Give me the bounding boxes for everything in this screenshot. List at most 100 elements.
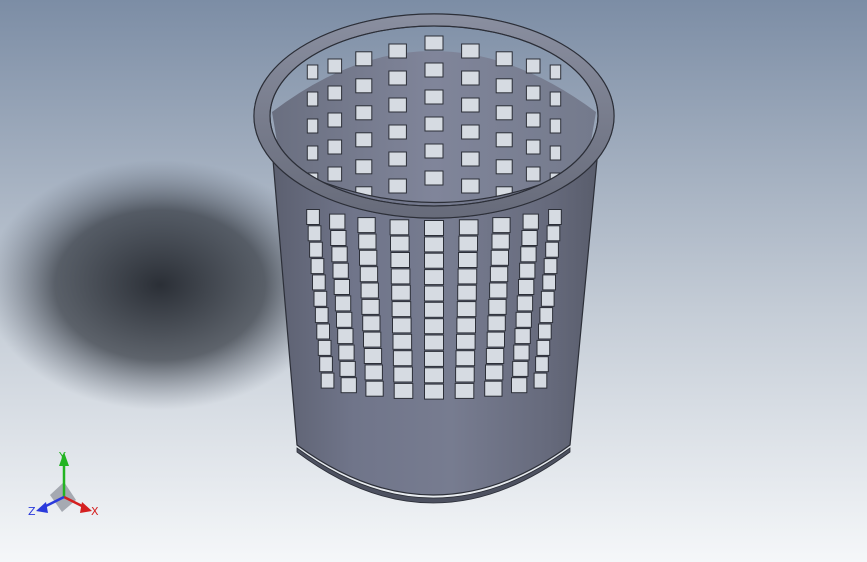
outer-hole [424, 236, 444, 253]
outer-hole [520, 246, 537, 263]
outer-hole [424, 269, 444, 286]
inner-hole [549, 64, 562, 80]
outer-hole [548, 209, 562, 225]
inner-hole [549, 118, 562, 134]
outer-hole [362, 315, 381, 332]
outer-hole [333, 279, 351, 295]
triad-y-label: Y [58, 450, 66, 463]
outer-hole [491, 233, 510, 250]
outer-hole [359, 266, 379, 283]
outer-hole [392, 317, 412, 334]
outer-hole [358, 233, 377, 250]
outer-hole [424, 220, 444, 236]
outer-hole [312, 274, 326, 291]
outer-hole [334, 295, 352, 312]
outer-hole [391, 284, 411, 301]
outer-hole [424, 350, 444, 367]
inner-hole [327, 58, 343, 74]
outer-hole [393, 382, 414, 399]
inner-hole [525, 139, 541, 155]
outer-hole [489, 282, 508, 299]
triad-z-label: Z [28, 505, 36, 518]
outer-hole [319, 356, 333, 373]
inner-hole [388, 178, 407, 194]
outer-hole [457, 284, 477, 301]
outer-hole [363, 331, 382, 348]
outer-hole [486, 331, 506, 348]
inner-hole [495, 51, 513, 67]
inner-hole [525, 112, 541, 128]
outer-hole [357, 217, 376, 234]
inner-hole [461, 43, 480, 59]
outer-hole [515, 311, 532, 328]
outer-hole [309, 241, 323, 258]
outer-hole [457, 268, 478, 285]
outer-hole [455, 350, 476, 367]
outer-hole [329, 213, 346, 230]
inner-hole [424, 89, 444, 105]
inner-hole [327, 166, 343, 182]
inner-hole [549, 91, 562, 107]
outer-hole [313, 290, 328, 307]
outer-hole [424, 301, 444, 318]
outer-hole [317, 339, 332, 356]
inner-hole [306, 91, 319, 107]
outer-hole [320, 372, 335, 389]
outer-hole [316, 323, 330, 340]
outer-hole-pattern [306, 209, 562, 400]
outer-hole [389, 219, 410, 236]
outer-hole [392, 333, 413, 350]
inner-hole [424, 62, 444, 78]
outer-hole [518, 279, 535, 295]
inner-hole [525, 58, 541, 74]
outer-hole [424, 334, 444, 351]
outer-hole [424, 252, 444, 269]
outer-hole [545, 241, 559, 258]
outer-hole [424, 285, 444, 302]
inner-hole [355, 105, 373, 121]
outer-hole [314, 307, 329, 324]
outer-hole [485, 364, 504, 381]
outer-hole [484, 380, 503, 397]
outer-hole [340, 377, 357, 394]
outer-hole [456, 317, 476, 334]
outer-hole [338, 344, 355, 361]
outer-hole [330, 230, 347, 246]
outer-hole [337, 328, 354, 345]
outer-hole [516, 295, 534, 312]
outer-hole [535, 356, 549, 373]
inner-hole [424, 170, 444, 186]
inner-hole [495, 78, 513, 94]
outer-hole [542, 274, 556, 291]
outer-hole [513, 344, 530, 361]
outer-hole [490, 249, 510, 266]
inner-hole [327, 112, 343, 128]
inner-hole [327, 139, 343, 155]
outer-hole [390, 252, 410, 268]
model-scene[interactable]: Y X Z [0, 0, 867, 562]
outer-hole [546, 225, 561, 242]
inner-hole [355, 78, 373, 94]
outer-hole [456, 333, 476, 350]
inner-hole [495, 132, 513, 148]
cad-3d-viewport[interactable]: Y X Z [0, 0, 867, 562]
inner-hole [461, 124, 480, 140]
outer-hole [458, 235, 478, 252]
outer-hole [489, 266, 509, 283]
inner-hole [495, 159, 513, 175]
inner-hole [355, 51, 373, 67]
inner-hole [424, 143, 444, 159]
inner-hole [461, 70, 480, 86]
outer-hole [361, 298, 380, 315]
outer-hole [539, 307, 554, 324]
outer-hole [536, 339, 551, 356]
inner-hole [327, 85, 343, 101]
outer-hole [454, 382, 475, 399]
inner-hole [461, 178, 480, 194]
inner-hole [495, 105, 513, 121]
outer-hole [543, 258, 558, 275]
inner-hole [355, 132, 373, 148]
outer-hole [365, 380, 384, 397]
outer-hole [390, 268, 411, 285]
inner-hole [424, 35, 444, 51]
